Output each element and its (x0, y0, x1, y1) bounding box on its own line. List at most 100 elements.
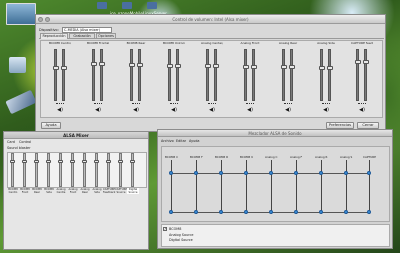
control-node[interactable] (367, 210, 371, 214)
volume-slider-left[interactable] (91, 49, 97, 101)
control-node[interactable] (319, 171, 323, 175)
channel-lock[interactable] (94, 103, 102, 105)
help-button[interactable]: Ayuda (41, 122, 61, 129)
slider-thumb[interactable] (22, 160, 27, 163)
alsa-slider-track[interactable] (94, 153, 99, 187)
alsa-slider-track[interactable] (130, 153, 135, 187)
slider-thumb[interactable] (137, 63, 143, 67)
speaker-mute-icon[interactable]: ◀) (285, 108, 291, 113)
desktop-folder-icon[interactable] (147, 2, 157, 9)
control-node[interactable] (219, 210, 223, 214)
desktop-trash-icon[interactable] (9, 57, 26, 73)
alsa-slider-track[interactable] (58, 153, 63, 187)
volume-slider-left[interactable] (53, 49, 59, 101)
speaker-mute-icon[interactable]: ◀) (359, 108, 365, 113)
alsa-slider-track[interactable] (22, 153, 27, 187)
control-node[interactable] (169, 210, 173, 214)
control-node[interactable] (294, 210, 298, 214)
control-node[interactable] (244, 171, 248, 175)
alsa-slider-track[interactable] (46, 153, 51, 187)
alsa-titlebar[interactable]: ALSA Mixer (4, 132, 148, 139)
volume-slider-right[interactable] (61, 49, 67, 101)
desktop-monitor-icon[interactable] (6, 3, 36, 25)
volume-slider-left[interactable] (355, 49, 361, 101)
alsa-slider-track[interactable] (106, 153, 111, 187)
speaker-mute-icon[interactable]: ◀) (95, 108, 101, 113)
tab-recording[interactable]: Grabación (69, 33, 95, 39)
volume-slider-right[interactable] (363, 49, 369, 101)
slider-thumb[interactable] (61, 66, 67, 70)
slider-thumb[interactable] (363, 60, 369, 64)
slider-thumb[interactable] (327, 66, 333, 70)
channel-lock[interactable] (246, 103, 254, 105)
slider-thumb[interactable] (281, 65, 287, 69)
volume-slider-right[interactable] (251, 49, 257, 101)
volume-slider-left[interactable] (319, 49, 325, 101)
volume-slider-right[interactable] (289, 49, 295, 101)
control-node[interactable] (367, 171, 371, 175)
speaker-mute-icon[interactable]: ◀) (57, 108, 63, 113)
slider-thumb[interactable] (46, 160, 51, 163)
alsa-slider-track[interactable] (70, 153, 75, 187)
channel-lock[interactable] (322, 103, 330, 105)
channel-lock[interactable] (170, 103, 178, 105)
slider-thumb[interactable] (167, 64, 173, 68)
volume-slider-right[interactable] (327, 49, 333, 101)
channel-lock[interactable] (208, 103, 216, 105)
slider-thumb[interactable] (99, 62, 105, 66)
slider-thumb[interactable] (130, 160, 135, 163)
slider-thumb[interactable] (213, 64, 219, 68)
slider-thumb[interactable] (106, 160, 111, 163)
slider-thumb[interactable] (129, 63, 135, 67)
menu-archivo[interactable]: Archivo (161, 139, 174, 143)
channel-lock[interactable] (132, 103, 140, 105)
control-node[interactable] (294, 171, 298, 175)
slider-thumb[interactable] (243, 65, 249, 69)
control-node[interactable] (344, 171, 348, 175)
volume-slider-left[interactable] (243, 49, 249, 101)
list-item[interactable]: Analog Source (169, 233, 193, 237)
slider-thumb[interactable] (175, 64, 181, 68)
mezclador-titlebar[interactable]: Mezclador ALSA de Sonido (158, 130, 392, 137)
volume-slider-left[interactable] (129, 49, 135, 101)
speaker-mute-icon[interactable]: ◀) (247, 108, 253, 113)
volume-slider-right[interactable] (213, 49, 219, 101)
slider-thumb[interactable] (34, 160, 39, 163)
bcom8-checkbox[interactable]: ✓ (163, 227, 167, 231)
channel-lock[interactable] (358, 103, 366, 105)
slider-thumb[interactable] (58, 160, 63, 163)
speaker-mute-icon[interactable]: ◀) (209, 108, 215, 113)
slider-thumb[interactable] (10, 160, 15, 163)
menu-editar[interactable]: Editar (176, 139, 186, 143)
slider-thumb[interactable] (94, 160, 99, 163)
menu-ayuda[interactable]: Ayuda (189, 139, 199, 143)
alsa-slider-track[interactable] (34, 153, 39, 187)
slider-thumb[interactable] (319, 66, 325, 70)
desktop-folder-icon[interactable] (122, 2, 132, 9)
volume-control-titlebar[interactable]: Control de volumen: Intel (Alsa mixer) (36, 15, 385, 24)
tab-playback[interactable]: Reproducción (40, 33, 68, 39)
tab-options[interactable]: Opciones (96, 33, 116, 39)
menu-card[interactable]: Card (7, 140, 15, 144)
volume-slider-left[interactable] (281, 49, 287, 101)
menu-control[interactable]: Control (19, 140, 31, 144)
volume-slider-left[interactable] (167, 49, 173, 101)
control-node[interactable] (319, 210, 323, 214)
control-node[interactable] (194, 171, 198, 175)
slider-thumb[interactable] (355, 60, 361, 64)
control-node[interactable] (194, 210, 198, 214)
control-node[interactable] (344, 210, 348, 214)
volume-slider-right[interactable] (137, 49, 143, 101)
desktop-folder-icon[interactable] (97, 2, 107, 9)
control-node[interactable] (269, 210, 273, 214)
list-item[interactable]: Digital Source (169, 238, 193, 242)
close-button[interactable]: Cerrar (357, 122, 379, 129)
speaker-mute-icon[interactable]: ◀) (133, 108, 139, 113)
alsa-slider-track[interactable] (10, 153, 15, 187)
channel-lock[interactable] (284, 103, 292, 105)
slider-thumb[interactable] (70, 160, 75, 163)
control-node[interactable] (269, 171, 273, 175)
preferences-button[interactable]: Preferencias (326, 122, 354, 129)
channel-lock[interactable] (56, 103, 64, 105)
slider-thumb[interactable] (82, 160, 87, 163)
